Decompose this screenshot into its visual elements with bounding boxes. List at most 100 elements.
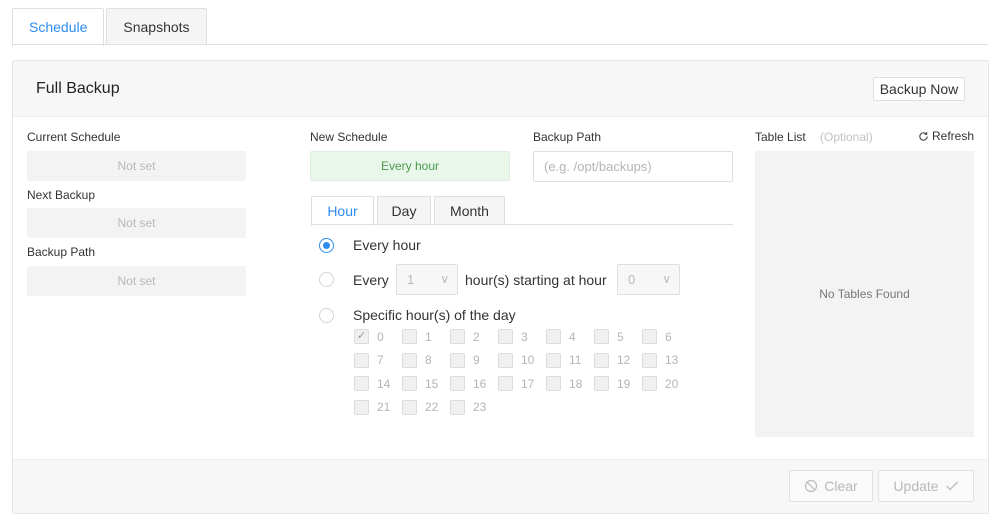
interval-select[interactable]: 1 ∨ (396, 264, 458, 295)
backup-path-value: Not set (27, 266, 246, 296)
hour-label: 8 (425, 353, 432, 367)
checkbox-box (354, 399, 369, 415)
hour-checkbox-2[interactable]: 2 (450, 329, 480, 344)
hour-checkbox-4[interactable]: 4 (546, 329, 576, 344)
top-tabs: Schedule Snapshots (12, 8, 209, 46)
backup-path-label: Backup Path (27, 245, 96, 259)
every-n-hours-radio[interactable] (319, 272, 334, 287)
tab-day[interactable]: Day (377, 196, 431, 225)
hour-label: 4 (569, 329, 576, 344)
checkbox-box (642, 329, 657, 344)
checkbox-box (498, 329, 513, 344)
chevron-down-icon: ∨ (662, 272, 671, 286)
hour-checkbox-19[interactable]: 19 (594, 376, 630, 391)
update-button[interactable]: Update (878, 470, 974, 502)
specific-hours-radio[interactable] (319, 308, 334, 323)
new-schedule-value: Every hour (310, 151, 510, 181)
frequency-tabs: Hour Day Month (311, 196, 508, 226)
every-label: Every (353, 272, 389, 288)
hour-label: 11 (569, 353, 582, 367)
checkbox-box (450, 376, 465, 391)
chevron-down-icon: ∨ (440, 272, 449, 286)
checkbox-box (642, 352, 657, 368)
checkbox-box (450, 329, 465, 344)
checkbox-box (498, 352, 513, 368)
hour-checkbox-14[interactable]: 14 (354, 376, 390, 391)
hour-checkbox-21[interactable]: 21 (354, 399, 391, 415)
backup-now-button[interactable]: Backup Now (873, 77, 965, 101)
checkbox-box (546, 329, 561, 344)
hour-label: 22 (425, 400, 439, 414)
hour-checkbox-3[interactable]: 3 (498, 329, 528, 344)
no-tables-message: No Tables Found (819, 287, 910, 301)
hour-label: 1 (425, 329, 432, 344)
hour-label: 18 (569, 376, 583, 391)
hour-checkbox-20[interactable]: 20 (642, 376, 678, 391)
tab-snapshots[interactable]: Snapshots (106, 8, 207, 45)
next-backup-value: Not set (27, 208, 246, 238)
full-backup-panel: Full Backup Backup Now Current Schedule … (12, 60, 989, 514)
hour-label: 15 (425, 376, 439, 391)
hour-label: 0 (377, 329, 384, 344)
start-hour-select-value: 0 (628, 272, 636, 287)
clear-button[interactable]: Clear (789, 470, 873, 502)
specific-hours-label: Specific hour(s) of the day (353, 307, 516, 323)
hour-label: 23 (473, 400, 487, 414)
hour-checkbox-17[interactable]: 17 (498, 376, 534, 391)
hour-label: 19 (617, 376, 631, 391)
hour-checkbox-8[interactable]: 8 (402, 352, 432, 368)
backup-path-input-label: Backup Path (533, 130, 602, 144)
hour-checkbox-7[interactable]: 7 (354, 352, 384, 368)
hour-label: 13 (665, 353, 679, 367)
current-schedule-value: Not set (27, 151, 246, 181)
checkbox-box (450, 352, 465, 368)
hour-checkbox-1[interactable]: 1 (402, 329, 432, 344)
hour-checkbox-22[interactable]: 22 (402, 399, 439, 415)
checkbox-box (594, 352, 609, 368)
hour-label: 9 (473, 353, 480, 367)
hour-label: 2 (473, 329, 480, 344)
every-hour-label: Every hour (353, 237, 421, 253)
hour-checkbox-15[interactable]: 15 (402, 376, 438, 391)
checkbox-box (402, 399, 417, 415)
hour-checkbox-12[interactable]: 12 (594, 352, 631, 368)
hour-checkbox-0[interactable]: ✓ 0 (354, 329, 384, 344)
table-list-optional: (Optional) (820, 130, 873, 144)
tab-month[interactable]: Month (434, 196, 505, 225)
panel-title: Full Backup (36, 80, 120, 97)
hour-checkbox-18[interactable]: 18 (546, 376, 582, 391)
hour-checkbox-11[interactable]: 11 (546, 352, 582, 368)
hour-label: 16 (473, 376, 487, 391)
hour-checkbox-13[interactable]: 13 (642, 352, 679, 368)
every-hour-radio[interactable] (319, 238, 334, 253)
hour-label: 21 (377, 400, 391, 414)
checkbox-box: ✓ (354, 329, 369, 344)
hour-checkbox-6[interactable]: 6 (642, 329, 672, 344)
hour-label: 12 (617, 353, 631, 367)
interval-select-value: 1 (407, 272, 415, 287)
checkbox-box (402, 376, 417, 391)
checkbox-box (594, 329, 609, 344)
tab-hour[interactable]: Hour (311, 196, 374, 226)
start-hour-select[interactable]: 0 ∨ (617, 264, 680, 295)
refresh-button[interactable]: Refresh (918, 129, 974, 143)
hour-label: 14 (377, 376, 391, 391)
hour-checkbox-10[interactable]: 10 (498, 352, 534, 368)
checkbox-box (402, 352, 417, 368)
hour-checkbox-5[interactable]: 5 (594, 329, 624, 344)
backup-path-input[interactable] (533, 151, 733, 182)
clear-label: Clear (824, 478, 858, 494)
hour-label: 5 (617, 329, 624, 344)
refresh-icon (919, 131, 928, 141)
new-schedule-label: New Schedule (310, 130, 388, 144)
hour-checkbox-16[interactable]: 16 (450, 376, 486, 391)
checkbox-box (354, 376, 369, 391)
hour-checkbox-9[interactable]: 9 (450, 352, 480, 368)
hour-label: 20 (665, 376, 679, 391)
panel-footer: Clear Update (13, 459, 988, 513)
starting-at-label: hour(s) starting at hour (465, 272, 607, 288)
checkbox-box (642, 376, 657, 391)
table-list-label: Table List (755, 130, 806, 144)
hour-checkbox-23[interactable]: 23 (450, 399, 487, 415)
tab-schedule[interactable]: Schedule (12, 8, 105, 46)
